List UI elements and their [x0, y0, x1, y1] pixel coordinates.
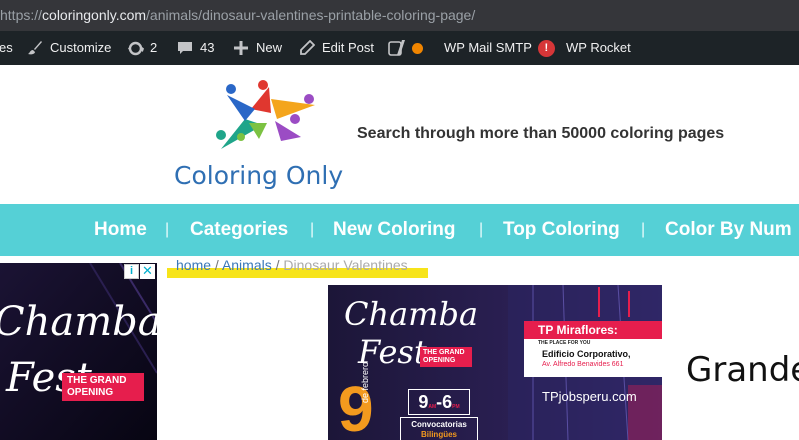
ad-left-headline-1: Chamba [0, 299, 157, 345]
plus-icon [232, 39, 250, 57]
ad-center-convocatorias: Convocatorias Bilingües [400, 417, 478, 440]
admin-bar-customize[interactable]: Customize [26, 31, 111, 65]
admin-bar-new[interactable]: New [232, 31, 282, 65]
pencil-icon [298, 39, 316, 57]
wp-admin-bar: es Customize 2 43 New Edit Post WP Mail … [0, 31, 799, 65]
ad-center-website: TPjobsperu.com [542, 389, 637, 404]
seo-status-dot [412, 42, 423, 54]
ad-center-ribbon-line-2: OPENING [423, 357, 456, 364]
nav-separator: | [310, 221, 315, 238]
customize-label: Customize [50, 40, 112, 55]
url-path: /animals/dinosaur-valentines-printable-c… [146, 7, 476, 23]
nav-item-categories[interactable]: Categories [190, 204, 288, 256]
updates-count: 2 [150, 40, 158, 55]
new-label: New [256, 40, 283, 55]
breadcrumb-separator: / [275, 257, 280, 273]
nav-separator: | [479, 221, 484, 238]
site-logo-text[interactable]: Coloring Only [174, 161, 343, 190]
admin-bar-wp-rocket[interactable]: WP Rocket [566, 31, 631, 65]
nav-item-color-by-number[interactable]: Color By Num [665, 204, 792, 256]
ad-center-bilingues: Bilingües [420, 430, 457, 439]
comment-icon [176, 39, 194, 57]
ad-center-hours-end: 6 [442, 392, 453, 412]
ad-left-ribbon-line-2: OPENING [67, 387, 114, 398]
ad-info-icon[interactable]: i [124, 264, 139, 279]
ad-center-location-title: TP Miraflores: [524, 321, 662, 339]
left-sidebar-ad[interactable]: Chamba Fest THE GRAND OPENING [0, 263, 157, 440]
main-nav: Home | Categories | New Coloring | Top C… [0, 204, 799, 256]
ad-center-convocatorias-label: Convocatorias [411, 420, 467, 429]
yoast-icon [388, 39, 406, 57]
admin-bar-comments[interactable]: 43 [176, 31, 214, 65]
ad-center-ribbon-line-1: THE GRAND [423, 349, 465, 356]
ad-center-hours-start: 9 [418, 392, 429, 412]
admin-bar-yoast[interactable] [388, 31, 423, 65]
ad-center-hours-end-suffix: PM [452, 404, 460, 410]
logo-people-icon [216, 80, 315, 149]
breadcrumb-separator: / [214, 257, 219, 273]
site-logo-mark[interactable] [205, 79, 317, 157]
page-title: Grande [686, 350, 799, 390]
url-prefix: https:// [0, 7, 43, 23]
nav-separator: | [641, 221, 646, 238]
ad-center-hours-start-suffix: AM [428, 404, 437, 410]
wp-mail-smtp-label: WP Mail SMTP [444, 40, 532, 55]
browser-url-bar[interactable]: https://coloringonly.com/animals/dinosau… [0, 0, 799, 31]
ad-background [0, 263, 157, 440]
ad-center-location-box: TP Miraflores: THE PLACE FOR YOU Edifici… [524, 321, 662, 377]
admin-bar-first-label: es [0, 40, 13, 55]
nav-item-home[interactable]: Home [94, 204, 147, 256]
ad-center-location-sub: THE PLACE FOR YOU [524, 339, 662, 347]
close-icon[interactable]: ✕ [140, 264, 155, 279]
site-header: Coloring Only Search through more than 5… [0, 65, 799, 204]
url-host: coloringonly.com [42, 7, 147, 23]
admin-bar-item-first[interactable]: es [0, 31, 13, 65]
admin-bar-wp-mail-smtp[interactable]: WP Mail SMTP ! [444, 31, 555, 65]
nav-item-new-coloring[interactable]: New Coloring [333, 204, 455, 256]
breadcrumb: home / Animals / Dinosaur Valentines [176, 257, 408, 273]
ad-center-building: Edificio Corporativo, [542, 349, 631, 359]
ad-center-ribbon: THE GRAND OPENING [420, 347, 472, 367]
ad-center-month: de febrero [360, 361, 370, 403]
breadcrumb-current: Dinosaur Valentines [283, 257, 408, 273]
breadcrumb-animals[interactable]: Animals [222, 257, 272, 273]
ad-center-headline-1: Chamba [344, 295, 479, 333]
nav-item-top-coloring[interactable]: Top Coloring [503, 204, 620, 256]
wp-rocket-label: WP Rocket [566, 40, 631, 55]
updates-icon [126, 39, 144, 57]
admin-bar-edit-post[interactable]: Edit Post [298, 31, 374, 65]
alert-badge: ! [537, 39, 555, 57]
comments-count: 43 [200, 40, 215, 55]
breadcrumb-home[interactable]: home [176, 257, 211, 273]
ad-center-address: Av. Alfredo Benavides 661 [542, 361, 624, 368]
edit-post-label: Edit Post [322, 40, 375, 55]
ad-left-ribbon-line-1: THE GRAND [67, 375, 127, 386]
paintbrush-icon [26, 39, 44, 57]
admin-bar-updates[interactable]: 2 [126, 31, 157, 65]
site-tagline: Search through more than 50000 coloring … [357, 125, 725, 142]
ad-left-ribbon: THE GRAND OPENING [62, 373, 144, 401]
ad-center-address-block: Edificio Corporativo, Av. Alfredo Benavi… [524, 347, 662, 377]
ad-center-hours: 9AM-6PM [408, 389, 470, 415]
nav-separator: | [165, 221, 170, 238]
center-banner-ad[interactable]: Chamba Fest THE GRAND OPENING 9 de febre… [328, 285, 662, 440]
